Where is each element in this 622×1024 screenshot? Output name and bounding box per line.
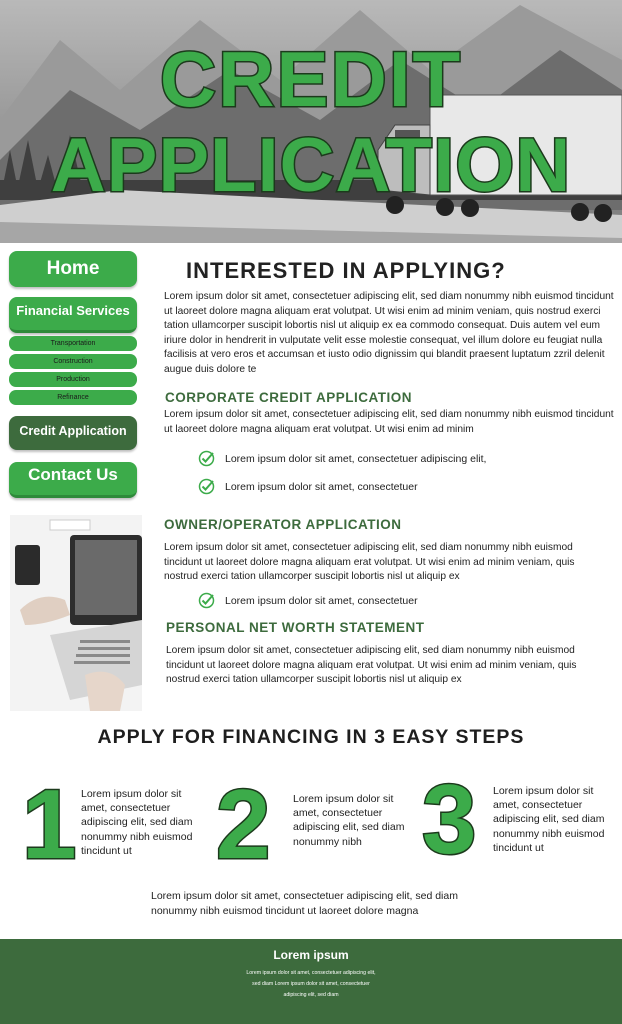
footer: Lorem ipsum Lorem ipsum dolor sit amet, … [0,939,622,1024]
net-worth-heading: PERSONAL NET WORTH STATEMENT [166,620,425,635]
check-item: Lorem ipsum dolor sit amet, consectetuer [198,478,418,495]
footer-text: Lorem ipsum dolor sit amet, consectetuer… [246,970,376,998]
intro-paragraph: Lorem ipsum dolor sit amet, consectetuer… [164,291,614,375]
steps-heading: APPLY FOR FINANCING IN 3 EASY STEPS [97,726,525,748]
footer-title: Lorem ipsum [273,948,349,962]
nav-sub-transportation[interactable]: Transportation [9,336,137,351]
check-item: Lorem ipsum dolor sit amet, consectetuer… [198,450,486,467]
nav-contact-us-button[interactable]: Contact Us [9,462,137,498]
check-icon [198,592,215,609]
corporate-credit-heading: CORPORATE CREDIT APPLICATION [165,390,413,405]
nav-sub-construction[interactable]: Construction [9,354,137,369]
net-worth-text: Lorem ipsum dolor sit amet, consectetuer… [166,645,577,686]
laptop-photo [10,515,142,711]
owner-operator-heading: OWNER/OPERATOR APPLICATION [164,517,402,532]
check-icon [198,450,215,467]
owner-operator-text: Lorem ipsum dolor sit amet, consectetuer… [164,542,575,583]
steps-bottom-text: Lorem ipsum dolor sit amet, consectetuer… [151,890,458,917]
nav-credit-application-button[interactable]: Credit Application [9,416,137,450]
step-text-3: Lorem ipsum dolor sit amet, consectetuer… [493,785,605,854]
check-item-text: Lorem ipsum dolor sit amet, consectetuer [225,480,418,493]
check-icon [198,478,215,495]
step-text-2: Lorem ipsum dolor sit amet, consectetuer… [293,793,405,848]
nav-home-button[interactable]: Home [9,251,137,287]
step-text-1: Lorem ipsum dolor sit amet, consectetuer… [81,788,193,857]
check-item-text: Lorem ipsum dolor sit amet, consectetuer… [225,452,487,465]
nav-sub-production[interactable]: Production [9,372,137,387]
check-item-text: Lorem ipsum dolor sit amet, consectetuer [225,594,418,607]
check-item: Lorem ipsum dolor sit amet, consectetuer [198,592,418,609]
corporate-credit-text: Lorem ipsum dolor sit amet, consectetuer… [164,409,614,435]
step-number-2: 2 [215,769,272,879]
hero-banner: CREDIT APPLICATION [0,0,622,243]
nav-sub-refinance[interactable]: Refinance [9,390,137,405]
step-number-3: 3 [421,764,478,874]
hero-title-line1: CREDIT [158,35,463,123]
nav-financial-services-button[interactable]: Financial Services [9,297,137,333]
step-number-1: 1 [21,769,78,879]
page-heading: INTERESTED IN APPLYING? [186,258,506,283]
hero-title-line2: APPLICATION [49,123,572,208]
